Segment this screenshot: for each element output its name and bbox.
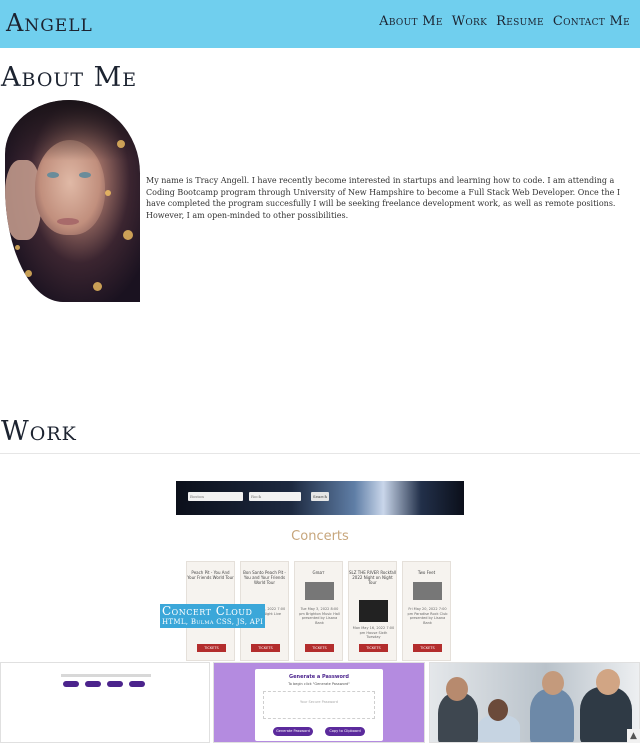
quiz-answer-pill [85, 681, 101, 687]
concert-card-image [413, 582, 442, 600]
nav-link-contact-me[interactable]: Contact Me [553, 14, 630, 29]
project-title: Concert Cloud [162, 604, 253, 618]
bokeh-light [93, 282, 102, 291]
concerts-heading: Concerts [291, 529, 349, 544]
scroll-up-icon[interactable]: ▲ [627, 729, 640, 743]
concert-card-image [359, 600, 388, 622]
navbar: Angell About Me Work Resume Contact Me [0, 0, 640, 48]
section-divider [0, 453, 640, 454]
person-figure [530, 689, 574, 742]
quiz-answer-pill [107, 681, 123, 687]
bokeh-light [15, 245, 20, 250]
tickets-button: TICKETS [197, 644, 226, 652]
password-card-title: Generate a Password [289, 674, 349, 680]
concert-card-title: SLZ THE RIVER Rockfall 2022 Night on Nig… [349, 570, 396, 585]
concert-card: Two Feet Fri May 20, 2022 7:00 pm Paradi… [402, 561, 451, 661]
quiz-answer-pill [63, 681, 79, 687]
bokeh-light [105, 190, 111, 196]
about-heading: About Me [1, 62, 138, 93]
copy-to-clipboard-button: Copy to Clipboard [325, 727, 365, 736]
password-output: Your Secure Password [263, 691, 375, 719]
bokeh-light [123, 230, 133, 240]
concert-card-title: Peach Pit - You And Your Friends World T… [187, 570, 234, 580]
bokeh-light [25, 270, 32, 277]
concert-card-title: Two Feet [417, 570, 436, 575]
search-input: Boston [188, 492, 243, 501]
bokeh-light [117, 140, 125, 148]
concert-card: Grват Tue May 3, 2022 8:00 pm Brighton M… [294, 561, 343, 661]
brand-logo[interactable]: Angell [6, 9, 93, 37]
project-tech-stack: HTML, Bulma CSS, JS, API [162, 618, 264, 626]
search-button: Search [311, 492, 329, 501]
genre-select: Rock [249, 492, 301, 501]
concert-card-image [305, 582, 334, 600]
tickets-button: TICKETS [305, 644, 334, 652]
quiz-text-line [61, 674, 151, 677]
concert-card-title: Grват [312, 570, 325, 575]
person-head [488, 699, 508, 721]
concert-card-info: Mon May 16, 2022 7:00 pm House Sixth Tue… [352, 626, 395, 639]
concert-banner: Boston Rock Search [176, 481, 464, 515]
project-thumbnail-password-generator[interactable]: Generate a Password To begin click "Gene… [213, 662, 425, 743]
tickets-button: TICKETS [359, 644, 388, 652]
concert-card-title: Bon Santo Peach Pit - You and Your Frien… [243, 570, 286, 585]
featured-project-label[interactable]: Concert Cloud HTML, Bulma CSS, JS, API [160, 604, 266, 628]
generate-password-button: Generate Password [273, 727, 313, 736]
nav-links: About Me Work Resume Contact Me [379, 14, 630, 29]
nav-link-about-me[interactable]: About Me [379, 14, 443, 29]
password-card-subtitle: To begin click "Generate Password" [288, 682, 350, 686]
tickets-button: TICKETS [413, 644, 442, 652]
bio-text: My name is Tracy Angell. I have recently… [146, 176, 621, 220]
work-heading: Work [1, 416, 77, 447]
person-head [596, 669, 620, 695]
concert-card-info: Fri May 20, 2022 7:00 pm Paradise Rock C… [407, 607, 448, 625]
concert-card-info: Tue May 3, 2022 8:00 pm Brighton Music H… [299, 607, 340, 625]
password-card: Generate a Password To begin click "Gene… [255, 669, 383, 741]
concert-card: SLZ THE RIVER Rockfall 2022 Night on Nig… [348, 561, 397, 661]
featured-project-screenshot[interactable]: Boston Rock Search Concerts Peach Pit - … [176, 481, 464, 661]
person-head [446, 677, 468, 701]
project-thumbnail-team-photo[interactable] [429, 662, 640, 743]
project-thumbnail-quiz[interactable] [0, 662, 210, 743]
person-figure [580, 687, 632, 742]
quiz-answer-pill [129, 681, 145, 687]
tickets-button: TICKETS [251, 644, 280, 652]
nav-link-work[interactable]: Work [452, 14, 487, 29]
person-head [542, 671, 564, 695]
nav-link-resume[interactable]: Resume [496, 14, 544, 29]
profile-photo [5, 100, 140, 302]
